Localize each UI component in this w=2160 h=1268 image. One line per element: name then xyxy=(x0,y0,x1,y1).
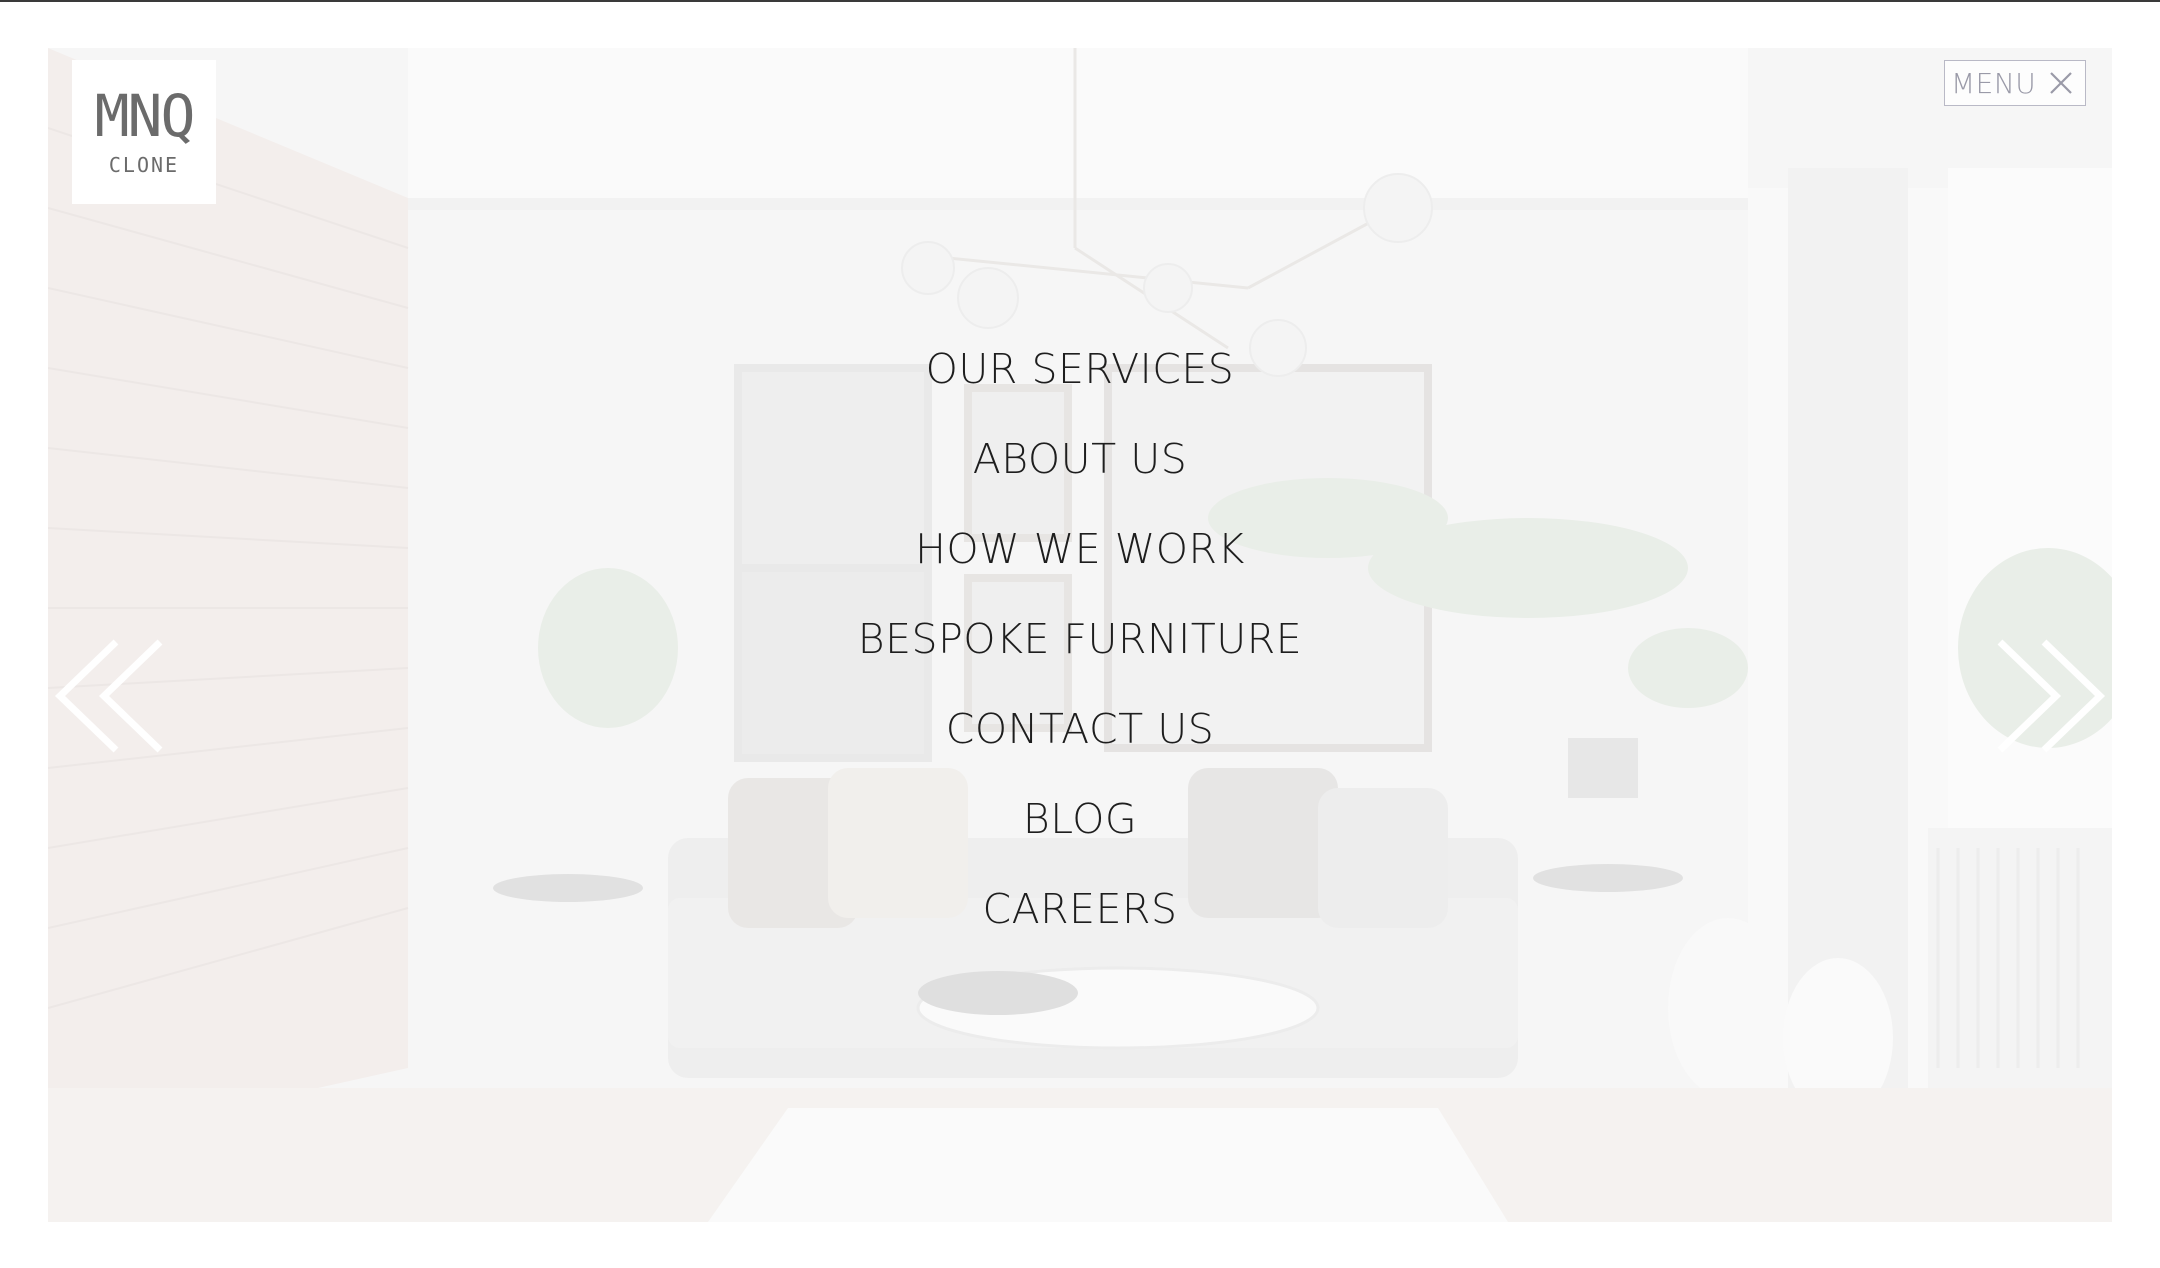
nav-item-blog[interactable]: BLOG xyxy=(0,794,2160,844)
logo-subtitle: CLONE xyxy=(108,153,180,177)
close-icon xyxy=(2050,72,2073,94)
logo-mark: MNQ xyxy=(94,82,196,150)
nav-item-contact-us[interactable]: CONTACT US xyxy=(0,704,2160,754)
nav-item-about-us[interactable]: ABOUT US xyxy=(0,434,2160,484)
nav-item-how-we-work[interactable]: HOW WE WORK xyxy=(0,524,2160,574)
nav-item-bespoke-furniture[interactable]: BESPOKE FURNITURE xyxy=(0,614,2160,664)
double-chevron-left-icon[interactable] xyxy=(48,636,168,756)
top-border xyxy=(0,0,2160,2)
menu-close-button[interactable]: MENU xyxy=(1944,60,2086,106)
site-logo[interactable]: MNQ CLONE xyxy=(72,60,216,204)
nav-item-careers[interactable]: CAREERS xyxy=(0,884,2160,934)
double-chevron-right-icon[interactable] xyxy=(1992,636,2112,756)
menu-button-label: MENU xyxy=(1951,66,2037,100)
nav-item-our-services[interactable]: OUR SERVICES xyxy=(0,344,2160,394)
